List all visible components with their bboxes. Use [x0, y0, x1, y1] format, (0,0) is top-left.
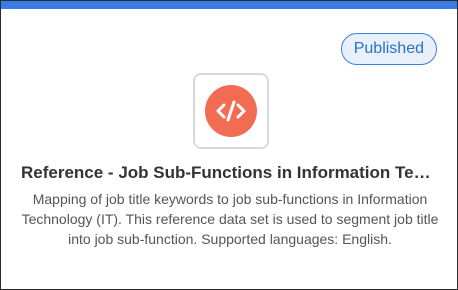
status-badge: Published — [340, 33, 437, 65]
code-icon — [205, 85, 257, 137]
dataset-card[interactable]: Published Reference - Job Sub-Functions … — [0, 0, 458, 290]
card-title[interactable]: Reference - Job Sub-Functions in Informa… — [21, 163, 439, 183]
card-accent-bar — [1, 1, 457, 9]
card-description: Mapping of job title keywords to job sub… — [21, 191, 439, 247]
dataset-icon-frame — [193, 73, 269, 149]
